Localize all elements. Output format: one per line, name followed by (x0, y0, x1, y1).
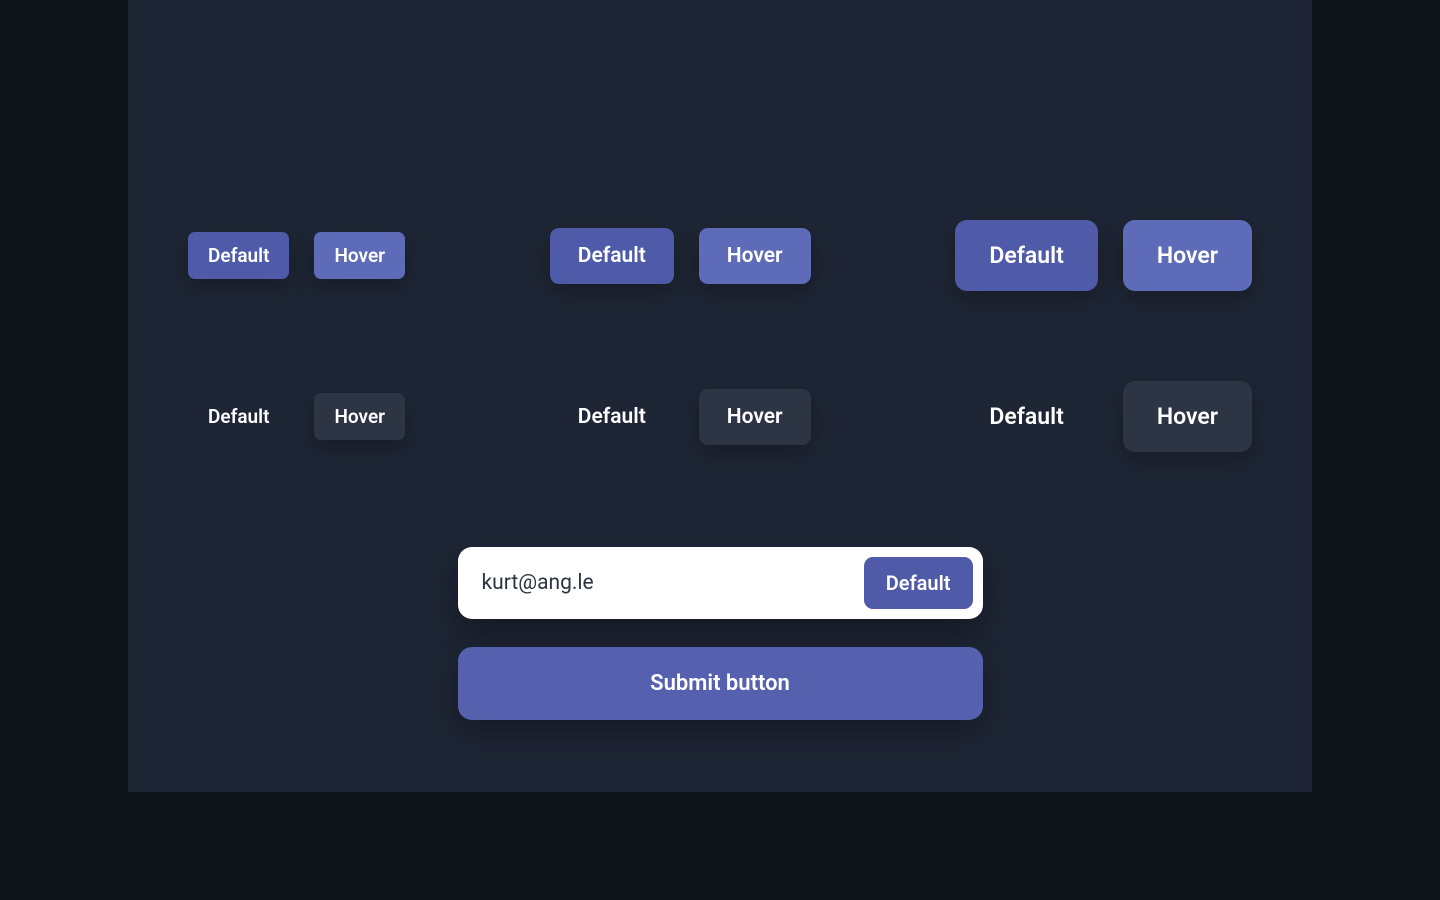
email-field[interactable] (482, 571, 864, 595)
primary-lg-hover-button[interactable]: Hover (1123, 220, 1252, 291)
ghost-button-row: Default Hover Default Hover Default Hove… (188, 381, 1252, 452)
ghost-sm-default-button[interactable]: Default (188, 393, 289, 440)
primary-sm-pair: Default Hover (188, 232, 405, 279)
ghost-sm-pair: Default Hover (188, 393, 405, 440)
input-action-button[interactable]: Default (864, 557, 973, 609)
ghost-md-default-button[interactable]: Default (550, 389, 674, 445)
ghost-sm-hover-button[interactable]: Hover (314, 393, 405, 440)
submit-button[interactable]: Submit button (458, 647, 983, 720)
primary-md-default-button[interactable]: Default (550, 228, 674, 284)
ghost-md-hover-button[interactable]: Hover (699, 389, 811, 445)
primary-md-pair: Default Hover (550, 228, 811, 284)
ghost-lg-default-button[interactable]: Default (955, 381, 1097, 452)
primary-lg-pair: Default Hover (955, 220, 1252, 291)
email-input-group: Default (458, 547, 983, 619)
primary-lg-default-button[interactable]: Default (955, 220, 1097, 291)
primary-button-row: Default Hover Default Hover Default Hove… (188, 220, 1252, 291)
button-showcase-grid: Default Hover Default Hover Default Hove… (128, 220, 1312, 452)
form-section: Default Submit button (458, 547, 983, 720)
primary-sm-hover-button[interactable]: Hover (314, 232, 405, 279)
design-canvas: Default Hover Default Hover Default Hove… (128, 0, 1312, 792)
ghost-lg-hover-button[interactable]: Hover (1123, 381, 1252, 452)
ghost-md-pair: Default Hover (550, 389, 811, 445)
primary-md-hover-button[interactable]: Hover (699, 228, 811, 284)
primary-sm-default-button[interactable]: Default (188, 232, 289, 279)
ghost-lg-pair: Default Hover (955, 381, 1252, 452)
